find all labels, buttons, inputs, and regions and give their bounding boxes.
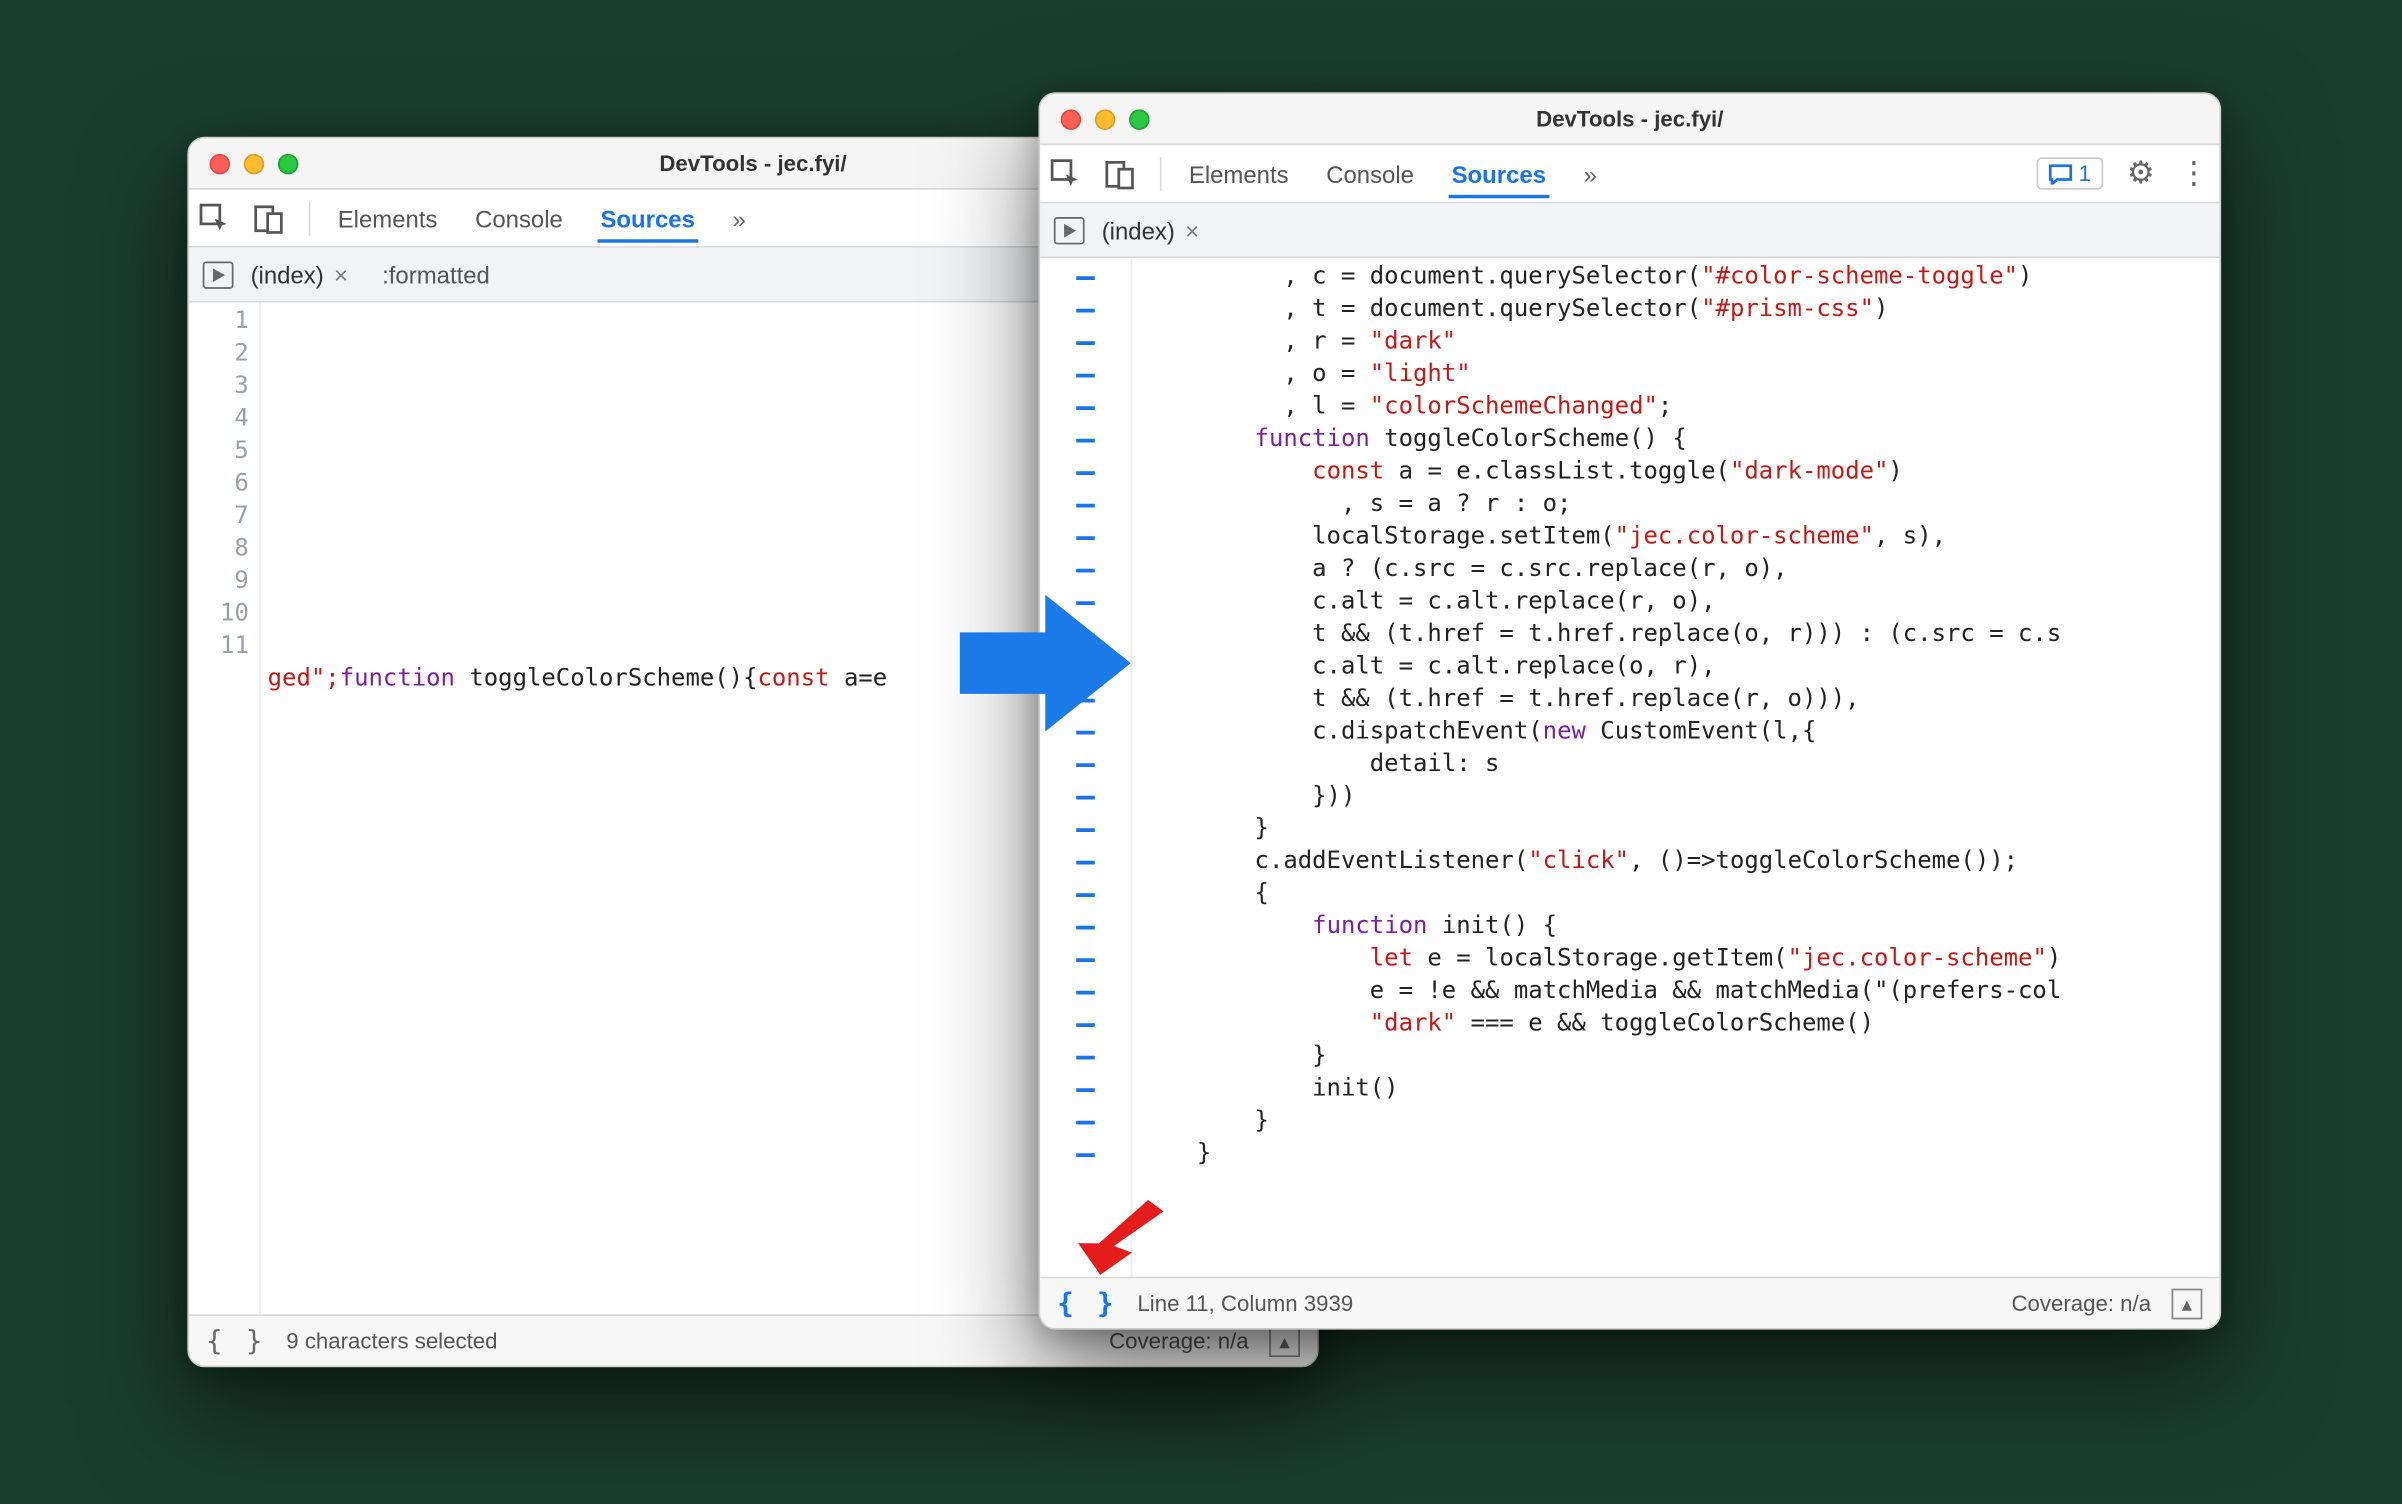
issue-icon [2048,163,2072,184]
close-icon[interactable]: × [1185,216,1199,243]
file-tab-index[interactable]: (index) × [251,261,348,288]
collapse-icon[interactable]: ▴ [2172,1288,2203,1319]
arrow-annotation-icon [951,578,1139,749]
tab-elements[interactable]: Elements [1186,150,1293,198]
inspect-element-icon[interactable] [1051,158,1082,189]
tab-console[interactable]: Console [1323,150,1418,198]
titlebar: DevTools - jec.fyi/ [1040,94,2219,145]
code-content[interactable]: , c = document.querySelector("#color-sch… [1133,258,2220,1277]
issues-badge[interactable]: 1 [2036,157,2103,189]
editor-footer: { } Line 11, Column 3939 Coverage: n/a ▴ [1040,1277,2219,1328]
file-tab-index[interactable]: (index) × [1102,216,1199,243]
navigator-icon[interactable] [203,261,234,288]
file-tab-formatted[interactable]: :formatted [382,261,490,288]
line-gutter: 1234567891011 [189,303,261,1315]
pretty-print-icon[interactable]: { } [1057,1287,1117,1319]
tab-elements[interactable]: Elements [334,194,441,242]
tab-sources[interactable]: Sources [1448,150,1549,198]
line-gutter: –––––––––––––––––––––––––––– [1040,258,1132,1277]
divider [1160,156,1162,190]
tab-sources[interactable]: Sources [597,194,698,242]
tab-console[interactable]: Console [472,194,567,242]
coverage-status: Coverage: n/a [2012,1290,2152,1316]
issue-count: 1 [2079,161,2091,187]
more-menu-icon[interactable]: ⋮ [2179,156,2210,192]
arrow-annotation-icon [1073,1196,1176,1281]
settings-icon[interactable]: ⚙ [2127,156,2155,192]
pretty-print-icon[interactable]: { } [206,1325,266,1357]
toolbar: Elements Console Sources » 1 ⚙ ⋮ [1040,145,2219,203]
device-toolbar-icon[interactable] [254,203,285,234]
file-tab-label: (index) [1102,216,1175,243]
panel-tabs: Elements Console Sources » [1186,150,1601,198]
cursor-status: Line 11, Column 3939 [1138,1290,1354,1316]
file-tabstrip: (index) × [1040,203,2219,258]
panel-tabs: Elements Console Sources » [334,194,749,242]
coverage-status: Coverage: n/a [1109,1328,1249,1354]
code-editor[interactable]: –––––––––––––––––––––––––––– , c = docum… [1040,258,2219,1277]
collapse-icon[interactable]: ▴ [1269,1325,1300,1356]
devtools-window-right: DevTools - jec.fyi/ Elements Console Sou… [1039,92,2222,1329]
device-toolbar-icon[interactable] [1105,158,1136,189]
tab-more-icon[interactable]: » [1580,150,1600,198]
close-icon[interactable]: × [334,261,348,288]
navigator-icon[interactable] [1054,216,1085,243]
file-tab-label: (index) [251,261,324,288]
inspect-element-icon[interactable] [199,203,230,234]
tab-more-icon[interactable]: » [729,194,749,242]
selection-status: 9 characters selected [286,1328,497,1354]
divider [309,201,311,235]
window-title: DevTools - jec.fyi/ [1040,106,2219,132]
